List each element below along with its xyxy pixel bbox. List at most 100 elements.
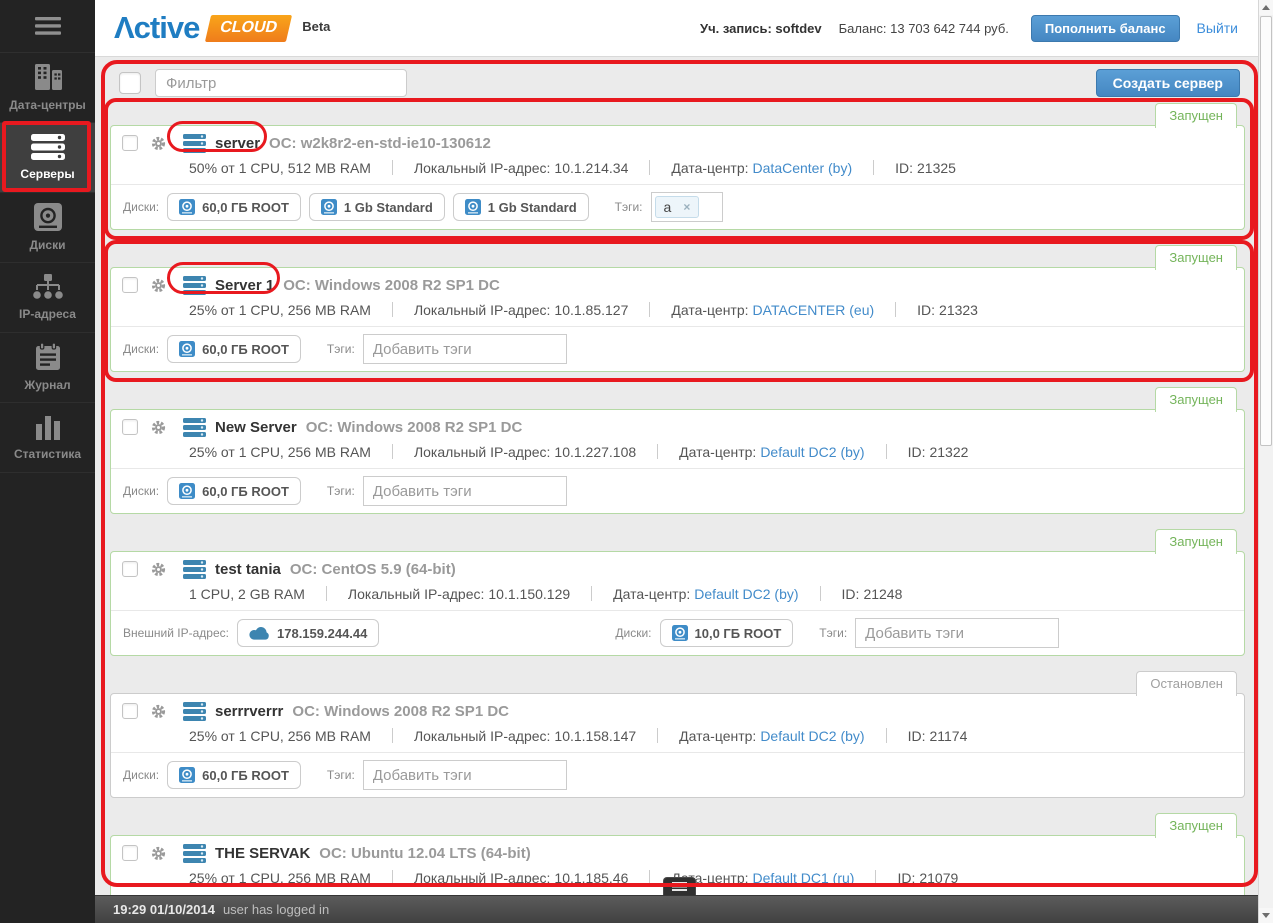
divider [819, 586, 821, 601]
server-icon [183, 417, 206, 437]
disk-icon [179, 199, 196, 215]
sidebar-item-ip-addresses[interactable]: IP-адреса [0, 263, 95, 333]
cloud-icon [249, 626, 270, 640]
tag-chip: a × [654, 196, 700, 218]
server-card: Запущен test tania OC: CentOS 5.9 (64-bi… [110, 529, 1245, 656]
server-os: OC: w2k8r2-en-std-ie10-130612 [269, 134, 491, 152]
server-name[interactable]: Server 1 [215, 277, 274, 294]
sidebar-item-disks[interactable]: Диски [0, 193, 95, 263]
server-checkbox[interactable] [122, 561, 138, 577]
status-badge: Запущен [1155, 529, 1237, 554]
disks-label: Диски: [123, 200, 160, 214]
log-message: user has logged in [222, 902, 330, 917]
gear-icon[interactable] [150, 135, 167, 152]
server-checkbox[interactable] [122, 419, 138, 435]
datacenter-link[interactable]: DATACENTER (eu) [753, 302, 875, 318]
select-all-checkbox[interactable] [119, 72, 141, 94]
tags-box[interactable]: a × [650, 192, 723, 222]
server-icon [183, 275, 206, 295]
server-id: ID: 21248 [841, 585, 903, 602]
datacenter-link[interactable]: Default DC2 (by) [760, 728, 864, 744]
divider [649, 302, 651, 317]
log-panel-handle[interactable] [663, 877, 696, 895]
server-checkbox[interactable] [122, 277, 138, 293]
server-checkbox[interactable] [122, 135, 138, 151]
disk-badge-label: 60,0 ГБ ROOT [202, 199, 289, 215]
disk-badge[interactable]: 60,0 ГБ ROOT [167, 761, 301, 789]
disk-badge[interactable]: 60,0 ГБ ROOT [167, 477, 301, 505]
create-server-button[interactable]: Создать сервер [1095, 69, 1240, 97]
server-os: OC: Ubuntu 12.04 LTS (64-bit) [319, 844, 531, 862]
disk-icon [179, 341, 196, 357]
server-resources: 25% от 1 CPU, 256 MB RAM [189, 443, 371, 460]
server-name[interactable]: server [215, 135, 260, 152]
external-ip-badge[interactable]: 178.159.244.44 [237, 619, 380, 647]
gear-icon[interactable] [150, 419, 167, 436]
disk-badge[interactable]: 60,0 ГБ ROOT [167, 335, 301, 363]
account-value: softdev [775, 20, 822, 36]
tags-input[interactable] [362, 760, 567, 790]
datacenter: Дата-центр: DATACENTER (eu) [671, 301, 875, 318]
tags-input[interactable] [362, 334, 567, 364]
server-id: ID: 21322 [907, 443, 969, 460]
server-os: OC: Windows 2008 R2 SP1 DC [305, 418, 523, 436]
gear-icon[interactable] [150, 277, 167, 294]
status-badge: Запущен [1155, 103, 1237, 128]
divider [649, 160, 651, 175]
logout-link[interactable]: Выйти [1197, 20, 1238, 36]
sidebar: Дата-центры Серверы Диски IP-адреса Журн… [0, 0, 95, 923]
tag-remove-icon[interactable]: × [683, 200, 690, 214]
divider [657, 444, 659, 459]
datacenter-link[interactable]: Default DC2 (by) [760, 444, 864, 460]
tags-label: Тэги: [326, 768, 355, 782]
disk-icon [320, 199, 337, 215]
tags-input[interactable] [855, 618, 1060, 648]
sidebar-menu-toggle[interactable] [0, 0, 95, 53]
server-name[interactable]: THE SERVAK [215, 845, 310, 862]
disk-badge[interactable]: 60,0 ГБ ROOT [167, 193, 301, 221]
tags-input[interactable] [362, 476, 567, 506]
server-name[interactable]: test tania [215, 561, 281, 578]
server-checkbox[interactable] [122, 845, 138, 861]
tags-label: Тэги: [819, 626, 848, 640]
scroll-up-arrow[interactable] [1259, 0, 1273, 15]
server-icon [183, 843, 206, 863]
server-id: ID: 21325 [895, 159, 956, 176]
scrollbar[interactable] [1258, 0, 1273, 923]
datacenter-link[interactable]: Default DC2 (by) [694, 586, 798, 602]
server-name[interactable]: New Server [215, 419, 297, 436]
server-name[interactable]: serrrverrr [215, 703, 283, 720]
datacenter: Дата-центр: Default DC2 (by) [613, 585, 799, 602]
card-footer: Диски: 60,0 ГБ ROOT Тэги: [111, 752, 1244, 797]
topup-balance-button[interactable]: Пополнить баланс [1030, 14, 1180, 42]
sidebar-item-servers[interactable]: Серверы [0, 123, 95, 193]
server-card: Запущен server OC: w2k8r2-en-std-ie10-13… [110, 103, 1245, 230]
hamburger-icon [672, 882, 687, 891]
datacenter-link[interactable]: DataCenter (by) [753, 160, 853, 176]
disk-badge[interactable]: 1 Gb Standard [452, 193, 589, 221]
sidebar-item-datacenters[interactable]: Дата-центры [0, 53, 95, 123]
sidebar-item-journal[interactable]: Журнал [0, 333, 95, 403]
gear-icon[interactable] [150, 703, 167, 720]
datacenter: Дата-центр: Default DC2 (by) [679, 727, 865, 744]
server-icon [183, 133, 206, 153]
server-card: Запущен New Server OC: Windows 2008 R2 S… [110, 387, 1245, 514]
gear-icon[interactable] [150, 561, 167, 578]
disk-badge[interactable]: 10,0 ГБ ROOT [659, 619, 794, 647]
server-list: Запущен server OC: w2k8r2-en-std-ie10-13… [95, 103, 1258, 895]
sidebar-item-statistics[interactable]: Статистика [0, 403, 95, 473]
gear-icon[interactable] [150, 845, 167, 862]
external-ip-label: Внешний IP-адрес: [123, 626, 229, 640]
activecloud-logo[interactable]: Λctive CLOUD Beta [114, 10, 330, 46]
datacenter-link[interactable]: Default DC1 (ru) [753, 870, 855, 886]
status-badge: Запущен [1155, 387, 1237, 412]
scroll-down-arrow[interactable] [1259, 908, 1273, 923]
filter-input[interactable] [155, 69, 407, 97]
disks-label: Диски: [615, 626, 652, 640]
scrollbar-thumb[interactable] [1260, 16, 1272, 446]
tags-label: Тэги: [614, 200, 643, 214]
server-checkbox[interactable] [122, 703, 138, 719]
disk-badge[interactable]: 1 Gb Standard [308, 193, 445, 221]
divider [391, 728, 393, 743]
logo-text: Λctive [114, 10, 200, 45]
